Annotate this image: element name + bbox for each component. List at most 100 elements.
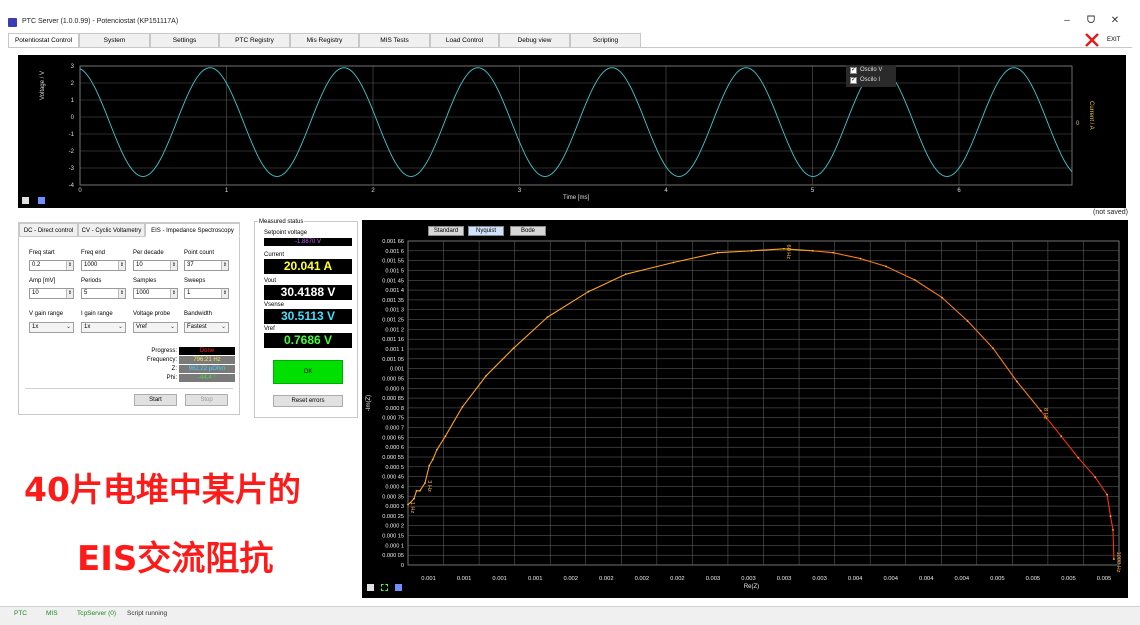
scope-y-tick: 0 xyxy=(71,115,75,121)
chevron-down-icon: ⌄ xyxy=(117,324,123,330)
tab-scripting[interactable]: Scripting xyxy=(570,33,641,48)
tab-load-control[interactable]: Load Control xyxy=(430,33,499,48)
current-label: Current xyxy=(264,252,285,258)
legend-check-v[interactable]: ✓ xyxy=(850,67,857,74)
close-button[interactable]: ✕ xyxy=(1108,14,1122,28)
exit-icon[interactable] xyxy=(1084,33,1100,47)
samples-input[interactable]: 1000 ⇕ xyxy=(133,288,178,299)
nyquist-view-button[interactable]: Nyquist xyxy=(468,226,504,236)
tab-cv-cyclic-voltametry[interactable]: CV - Cyclic Voltametry xyxy=(78,223,145,237)
tab-mis-registry[interactable]: Mis Registry xyxy=(290,33,359,48)
reset-errors-button[interactable]: Reset errors xyxy=(273,395,343,407)
scope-x-tick: 5 xyxy=(811,188,815,194)
nyquist-segment xyxy=(413,490,418,499)
i-gain-range-select[interactable]: 1x ⌄ xyxy=(81,322,126,333)
nyquist-segment xyxy=(1112,529,1115,560)
scope-voltage-trace xyxy=(79,67,1073,177)
nyquist-segment xyxy=(751,248,784,252)
standard-view-button[interactable]: Standard xyxy=(428,226,464,236)
spin-arrows-icon[interactable]: ⇕ xyxy=(118,289,125,298)
samples-value: 1000 xyxy=(136,290,150,296)
spin-arrows-icon[interactable]: ⇕ xyxy=(66,289,73,298)
scope-y-tick: 1 xyxy=(71,98,75,104)
nyquist-y-tick: 0.000 35 xyxy=(382,494,404,500)
nyquist-segment xyxy=(1106,494,1112,517)
start-button[interactable]: Start xyxy=(134,394,177,406)
nyquist-y-tick: 0 xyxy=(401,563,404,569)
status-ptc: PTC xyxy=(14,610,27,617)
nyquist-segment xyxy=(1077,457,1096,478)
tab-potentiostat-control[interactable]: Potentiostat Control xyxy=(8,33,79,48)
tab-dc-direct-control[interactable]: DC - Direct control xyxy=(19,223,78,237)
tab-settings[interactable]: Settings xyxy=(150,33,219,48)
tab-mis-tests[interactable]: MIS Tests xyxy=(359,33,430,48)
window-title: PTC Server (1.0.0.99) - Potenciostat (KP… xyxy=(22,18,179,25)
bode-view-button[interactable]: Bode xyxy=(510,226,546,236)
nyquist-x-tick: 0.003 xyxy=(706,576,721,582)
voltage-probe-select[interactable]: Vref ⌄ xyxy=(133,322,178,333)
sweeps-input[interactable]: 1 ⇕ xyxy=(184,288,229,299)
maximize-button[interactable]: ᗜ xyxy=(1084,14,1098,28)
spin-arrows-icon[interactable]: ⇕ xyxy=(221,289,228,298)
nyquist-svg: 0.001 66 0.001 6 0.001 55 0.001 5 0.001 45 0.… xyxy=(366,239,1121,590)
current-value: 20.041 A xyxy=(264,259,352,274)
nyquist-segment xyxy=(444,406,463,437)
nyquist-x-tick: 0.003 xyxy=(741,576,756,582)
point-count-label: Point count xyxy=(184,250,215,256)
nyquist-y-tick: 0.000 15 xyxy=(382,534,404,540)
tab-ptc-registry[interactable]: PTC Registry xyxy=(219,33,290,48)
bandwidth-select[interactable]: Fastest ⌄ xyxy=(184,322,229,333)
nyquist-point xyxy=(941,296,943,299)
spin-arrows-icon[interactable]: ⇕ xyxy=(170,289,177,298)
nyquist-segment xyxy=(860,258,887,267)
nyquist-plot: 0.001 66 0.001 6 0.001 55 0.001 5 0.001 45 0.… xyxy=(362,220,1128,598)
status-mis: MIS xyxy=(46,610,58,617)
v-gain-range-select[interactable]: 1x ⌄ xyxy=(29,322,74,333)
nyquist-y-tick: 0.001 25 xyxy=(382,318,404,324)
nyquist-point xyxy=(1060,435,1063,438)
freq-end-input[interactable]: 1000 ⇕ xyxy=(81,260,126,271)
amp-input[interactable]: 10 ⇕ xyxy=(29,288,74,299)
save-icon[interactable] xyxy=(38,197,45,204)
freq-start-input[interactable]: 0.2 ⇕ xyxy=(29,260,74,271)
fit-icon[interactable] xyxy=(381,584,388,591)
per-decade-input[interactable]: 10 ⇕ xyxy=(133,260,178,271)
tab-eis-impedance-spectroscopy[interactable]: EIS - Impedance Spectroscopy xyxy=(145,223,240,237)
nyquist-y-tick: 0.001 xyxy=(390,367,404,373)
nyquist-y-tick: 0.001 05 xyxy=(382,357,404,363)
vsense-label: Vsense xyxy=(264,302,285,308)
legend-check-i[interactable]: ✓ xyxy=(850,77,857,84)
spin-arrows-icon[interactable]: ⇕ xyxy=(118,261,125,270)
point-count-input[interactable]: 37 ⇕ xyxy=(184,260,229,271)
freq-end-value: 1000 xyxy=(84,262,98,268)
bandwidth-label: Bandwidth xyxy=(184,311,213,317)
copy-icon[interactable] xyxy=(367,584,374,591)
legend-oscilo-v: Oscilo V xyxy=(860,67,883,73)
nyquist-y-tick: 0.000 3 xyxy=(385,504,404,510)
nyquist-y-tick: 0.000 75 xyxy=(382,416,404,422)
nyquist-x-tick: 0.001 xyxy=(492,576,507,582)
nyquist-x-tick: 0.005 xyxy=(1026,576,1041,582)
nyquist-x-tick: 0.003 xyxy=(777,576,792,582)
nyquist-segment xyxy=(1016,381,1042,412)
spin-arrows-icon[interactable]: ⇕ xyxy=(221,261,228,270)
stop-button[interactable]: Stop xyxy=(185,394,228,406)
setpoint-voltage-label: Setpoint voltage xyxy=(264,230,308,236)
tab-system[interactable]: System xyxy=(79,33,150,48)
nyquist-point xyxy=(832,251,835,254)
vout-value: 30.4188 V xyxy=(264,285,352,300)
frequency-label: Frequency: xyxy=(146,357,177,363)
nyquist-segment xyxy=(1109,516,1114,530)
measured-status-title: Measured status xyxy=(258,219,305,225)
periods-input[interactable]: 5 ⇕ xyxy=(81,288,126,299)
spin-arrows-icon[interactable]: ⇕ xyxy=(66,261,73,270)
copy-icon[interactable] xyxy=(22,197,29,204)
spin-arrows-icon[interactable]: ⇕ xyxy=(170,261,177,270)
nyquist-x-tick: 0.004 xyxy=(955,576,970,582)
nyquist-point-label: 1 Hz xyxy=(409,502,415,514)
exit-button[interactable]: EXIT xyxy=(1107,37,1120,43)
minimize-button[interactable]: – xyxy=(1060,14,1074,28)
tab-debug-view[interactable]: Debug view xyxy=(499,33,570,48)
setpoint-voltage-value: -1.8870 V xyxy=(264,238,352,246)
save-icon[interactable] xyxy=(395,584,402,591)
